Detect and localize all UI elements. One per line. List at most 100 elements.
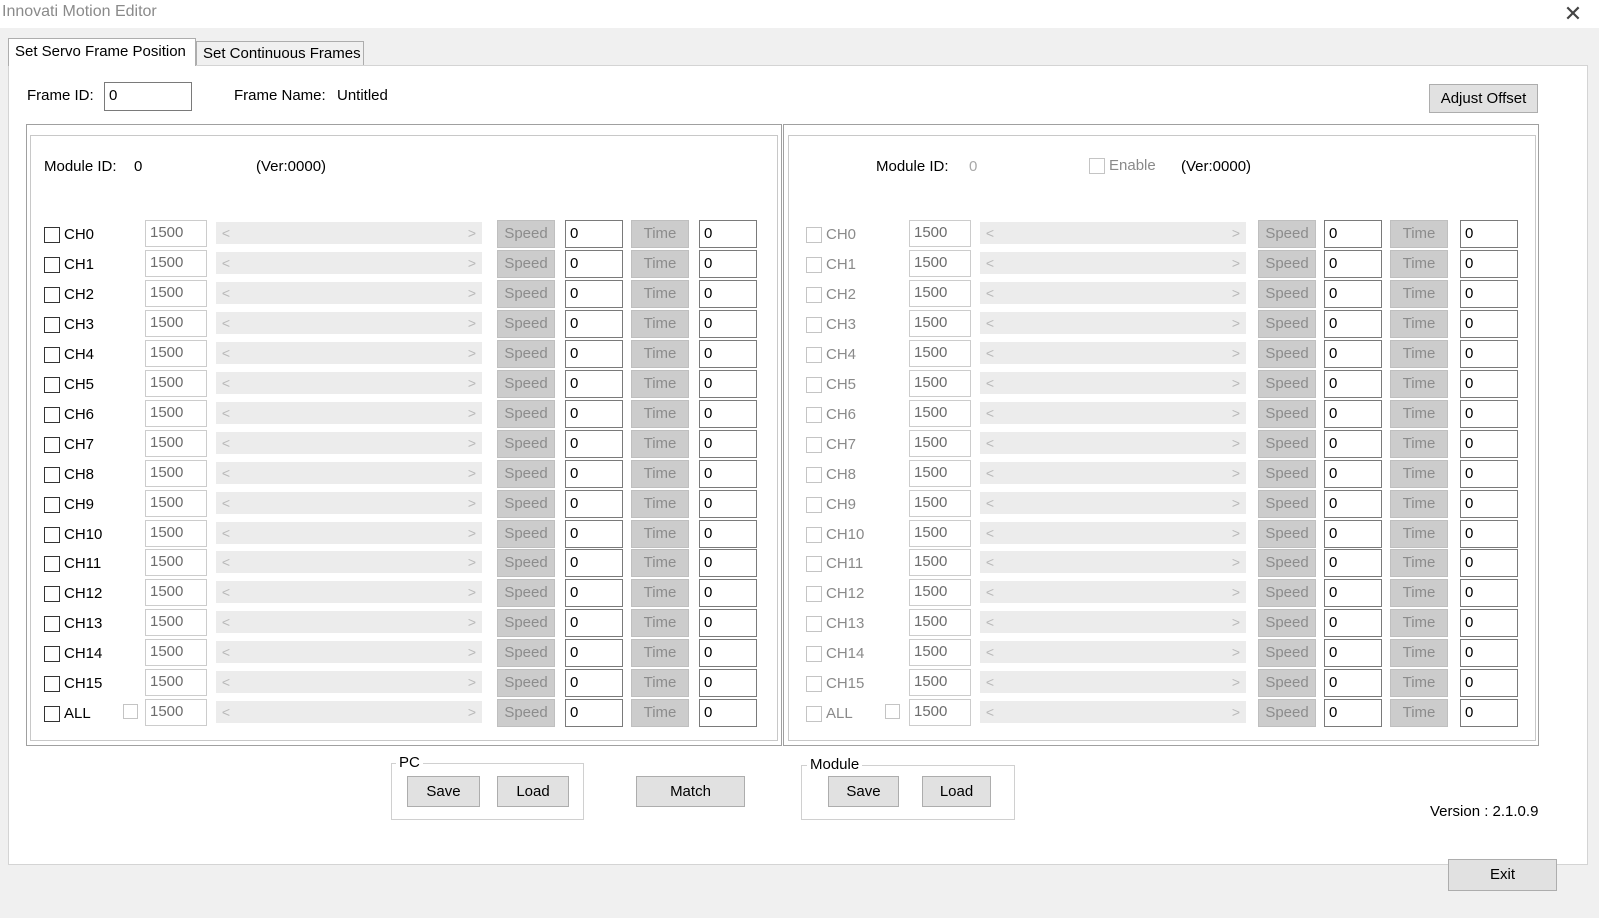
right-ch8-value-input[interactable]: 1500 <box>909 460 971 487</box>
right-ch15-value-input[interactable]: 1500 <box>909 669 971 696</box>
right-ch8-speed-input[interactable]: 0 <box>1324 460 1382 488</box>
right-ch3-time-button[interactable]: Time <box>1390 310 1448 338</box>
left-ch7-slider-right-icon[interactable]: > <box>464 432 480 454</box>
right-ch14-checkbox[interactable] <box>806 646 822 662</box>
right-ch13-speed-button[interactable]: Speed <box>1258 609 1316 637</box>
right-ch9-checkbox[interactable] <box>806 497 822 513</box>
left-ch4-time-button[interactable]: Time <box>631 340 689 368</box>
right-ch7-slider-left-icon[interactable]: < <box>982 432 998 454</box>
right-ch2-speed-button[interactable]: Speed <box>1258 280 1316 308</box>
right-ch10-slider[interactable]: < > <box>980 522 1246 544</box>
left-ch8-checkbox[interactable] <box>44 467 60 483</box>
right-ch3-slider[interactable]: < > <box>980 312 1246 334</box>
left-ch0-checkbox[interactable] <box>44 227 60 243</box>
left-ch8-speed-button[interactable]: Speed <box>497 460 555 488</box>
left-all-value-input[interactable]: 1500 <box>145 699 207 726</box>
right-ch0-time-button[interactable]: Time <box>1390 220 1448 248</box>
left-ch8-time-input[interactable]: 0 <box>699 460 757 488</box>
left-ch10-time-button[interactable]: Time <box>631 520 689 548</box>
right-ch15-time-button[interactable]: Time <box>1390 669 1448 697</box>
left-ch14-slider[interactable]: < > <box>216 641 482 663</box>
left-all-time-input[interactable]: 0 <box>699 699 757 727</box>
left-all-extra-checkbox[interactable] <box>123 704 138 719</box>
left-ch2-speed-input[interactable]: 0 <box>565 280 623 308</box>
right-ch7-slider[interactable]: < > <box>980 432 1246 454</box>
left-ch5-slider-left-icon[interactable]: < <box>218 372 234 394</box>
right-ch5-slider[interactable]: < > <box>980 372 1246 394</box>
left-ch5-time-input[interactable]: 0 <box>699 370 757 398</box>
left-all-slider-left-icon[interactable]: < <box>218 701 234 723</box>
left-ch2-speed-button[interactable]: Speed <box>497 280 555 308</box>
right-ch9-slider[interactable]: < > <box>980 492 1246 514</box>
right-ch14-speed-button[interactable]: Speed <box>1258 639 1316 667</box>
left-ch2-time-input[interactable]: 0 <box>699 280 757 308</box>
left-ch1-speed-button[interactable]: Speed <box>497 250 555 278</box>
right-ch15-checkbox[interactable] <box>806 676 822 692</box>
left-ch14-slider-right-icon[interactable]: > <box>464 641 480 663</box>
left-ch1-checkbox[interactable] <box>44 257 60 273</box>
right-ch4-time-input[interactable]: 0 <box>1460 340 1518 368</box>
right-ch10-time-button[interactable]: Time <box>1390 520 1448 548</box>
right-ch10-slider-right-icon[interactable]: > <box>1228 522 1244 544</box>
right-ch7-checkbox[interactable] <box>806 437 822 453</box>
left-ch7-checkbox[interactable] <box>44 437 60 453</box>
right-ch15-speed-input[interactable]: 0 <box>1324 669 1382 697</box>
right-ch7-speed-button[interactable]: Speed <box>1258 430 1316 458</box>
left-ch5-slider[interactable]: < > <box>216 372 482 394</box>
right-ch8-slider-left-icon[interactable]: < <box>982 462 998 484</box>
right-ch11-checkbox[interactable] <box>806 556 822 572</box>
left-ch15-checkbox[interactable] <box>44 676 60 692</box>
right-ch12-speed-input[interactable]: 0 <box>1324 579 1382 607</box>
right-ch8-slider[interactable]: < > <box>980 462 1246 484</box>
right-ch11-slider-right-icon[interactable]: > <box>1228 551 1244 573</box>
left-ch9-time-button[interactable]: Time <box>631 490 689 518</box>
left-ch11-slider[interactable]: < > <box>216 551 482 573</box>
right-ch1-checkbox[interactable] <box>806 257 822 273</box>
left-ch12-slider-right-icon[interactable]: > <box>464 581 480 603</box>
left-ch9-value-input[interactable]: 1500 <box>145 490 207 517</box>
left-ch11-checkbox[interactable] <box>44 556 60 572</box>
left-ch0-time-input[interactable]: 0 <box>699 220 757 248</box>
left-ch14-checkbox[interactable] <box>44 646 60 662</box>
right-ch1-slider[interactable]: < > <box>980 252 1246 274</box>
right-ch2-value-input[interactable]: 1500 <box>909 280 971 307</box>
left-ch8-slider-right-icon[interactable]: > <box>464 462 480 484</box>
module-load-button[interactable]: Load <box>922 776 991 807</box>
left-ch12-value-input[interactable]: 1500 <box>145 579 207 606</box>
left-ch2-slider-right-icon[interactable]: > <box>464 282 480 304</box>
right-ch11-speed-button[interactable]: Speed <box>1258 549 1316 577</box>
left-ch1-slider-left-icon[interactable]: < <box>218 252 234 274</box>
left-ch6-speed-button[interactable]: Speed <box>497 400 555 428</box>
pc-load-button[interactable]: Load <box>497 776 569 807</box>
right-ch15-speed-button[interactable]: Speed <box>1258 669 1316 697</box>
left-ch12-time-button[interactable]: Time <box>631 579 689 607</box>
right-ch1-value-input[interactable]: 1500 <box>909 250 971 277</box>
left-ch4-speed-button[interactable]: Speed <box>497 340 555 368</box>
right-ch0-checkbox[interactable] <box>806 227 822 243</box>
right-ch15-slider[interactable]: < > <box>980 671 1246 693</box>
right-ch12-slider[interactable]: < > <box>980 581 1246 603</box>
left-ch5-speed-button[interactable]: Speed <box>497 370 555 398</box>
right-ch6-time-input[interactable]: 0 <box>1460 400 1518 428</box>
left-ch11-time-input[interactable]: 0 <box>699 549 757 577</box>
left-ch13-time-button[interactable]: Time <box>631 609 689 637</box>
right-ch7-speed-input[interactable]: 0 <box>1324 430 1382 458</box>
right-ch4-time-button[interactable]: Time <box>1390 340 1448 368</box>
right-ch6-speed-input[interactable]: 0 <box>1324 400 1382 428</box>
left-ch14-time-button[interactable]: Time <box>631 639 689 667</box>
left-ch6-time-input[interactable]: 0 <box>699 400 757 428</box>
left-ch12-time-input[interactable]: 0 <box>699 579 757 607</box>
left-ch12-speed-button[interactable]: Speed <box>497 579 555 607</box>
right-ch8-checkbox[interactable] <box>806 467 822 483</box>
right-ch12-checkbox[interactable] <box>806 586 822 602</box>
right-ch6-slider[interactable]: < > <box>980 402 1246 424</box>
right-ch14-time-button[interactable]: Time <box>1390 639 1448 667</box>
left-ch7-speed-input[interactable]: 0 <box>565 430 623 458</box>
left-ch5-value-input[interactable]: 1500 <box>145 370 207 397</box>
right-ch14-value-input[interactable]: 1500 <box>909 639 971 666</box>
module-save-button[interactable]: Save <box>828 776 899 807</box>
right-all-extra-checkbox[interactable] <box>885 704 900 719</box>
left-ch13-speed-button[interactable]: Speed <box>497 609 555 637</box>
right-ch7-slider-right-icon[interactable]: > <box>1228 432 1244 454</box>
left-ch1-time-input[interactable]: 0 <box>699 250 757 278</box>
